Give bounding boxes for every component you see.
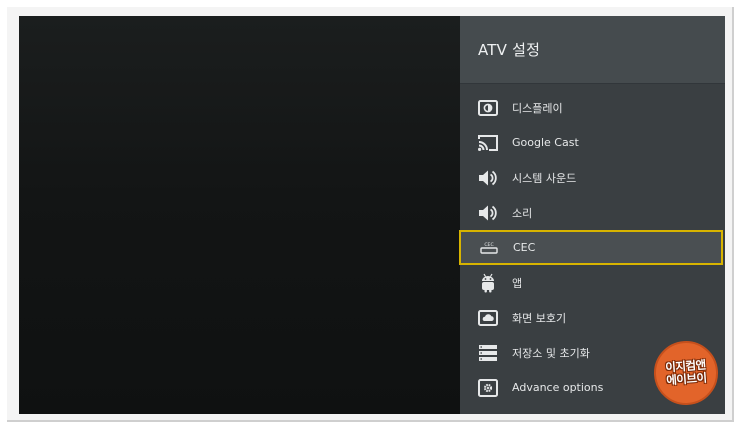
- cloud-icon: [477, 307, 499, 329]
- cast-icon: [477, 132, 499, 154]
- menu-item-label: 화면 보호기: [512, 311, 567, 325]
- menu-item-label: 소리: [512, 206, 533, 220]
- menu-item-cec[interactable]: CEC CEC: [459, 230, 723, 265]
- tv-screen: ATV 설정 디스플레이 Google Cast 시스템 사운드 소리 CEC …: [19, 16, 725, 414]
- menu-item-label: Advance options: [512, 381, 604, 394]
- svg-text:CEC: CEC: [484, 242, 493, 248]
- menu-item-system-sound[interactable]: 시스템 사운드: [460, 160, 725, 195]
- menu-item-label: 저장소 및 초기화: [512, 346, 590, 360]
- menu-item-label: 시스템 사운드: [512, 171, 577, 185]
- display-icon: [477, 97, 499, 119]
- menu-item-apps[interactable]: 앱: [460, 265, 725, 300]
- menu-item-label: 디스플레이: [512, 101, 563, 115]
- menu-item-screensaver[interactable]: 화면 보호기: [460, 300, 725, 335]
- speaker-icon: [477, 167, 499, 189]
- storage-icon: [477, 342, 499, 364]
- menu-item-sound[interactable]: 소리: [460, 195, 725, 230]
- settings-title: ATV 설정: [478, 41, 541, 59]
- menu-item-label: Google Cast: [512, 136, 579, 149]
- cec-icon: CEC: [478, 237, 500, 259]
- menu-item-label: CEC: [513, 241, 536, 254]
- android-icon: [477, 272, 499, 294]
- menu-item-label: 앱: [512, 276, 523, 290]
- speaker-icon: [477, 202, 499, 224]
- watermark-line-2: 에이브이: [665, 370, 708, 388]
- gear-icon: [477, 377, 499, 399]
- video-area: [19, 16, 460, 414]
- menu-item-google-cast[interactable]: Google Cast: [460, 125, 725, 160]
- settings-header: ATV 설정: [460, 16, 725, 84]
- menu-item-display[interactable]: 디스플레이: [460, 90, 725, 125]
